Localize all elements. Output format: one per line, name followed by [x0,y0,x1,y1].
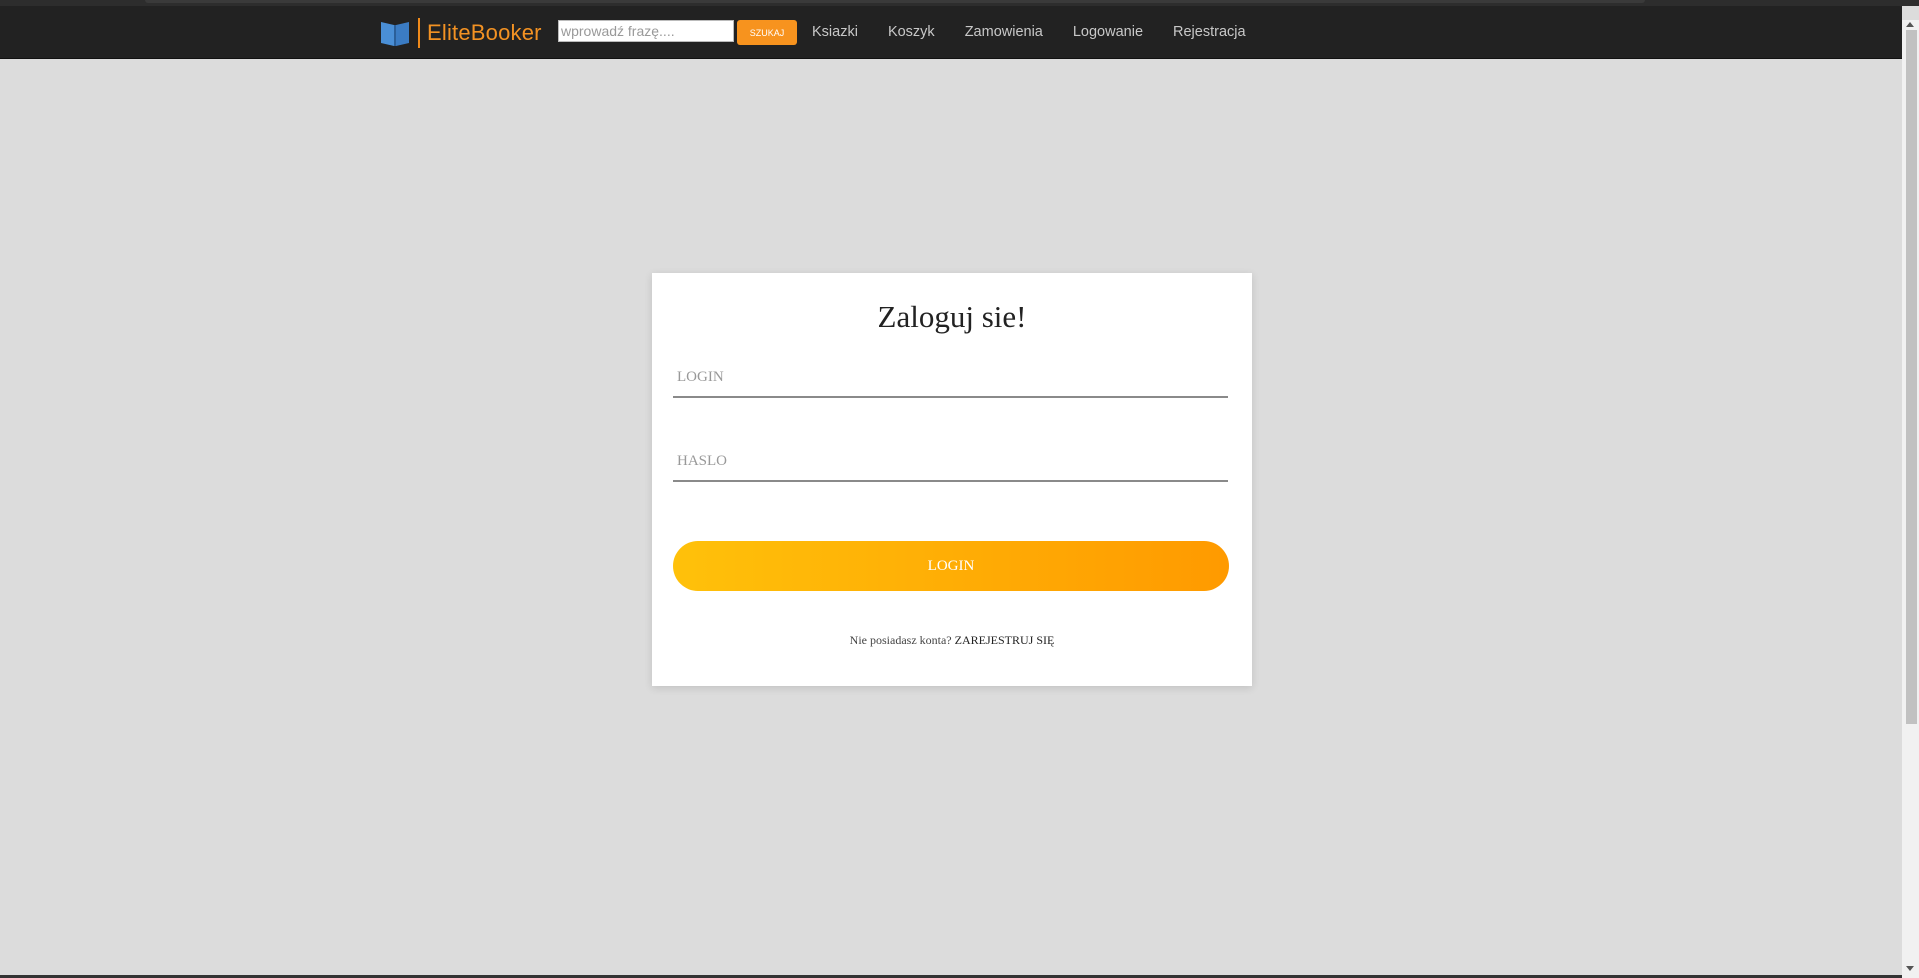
navbar: EliteBooker SZUKAJ Ksiazki Koszyk Zamowi… [0,6,1902,59]
nav-links: Ksiazki Koszyk Zamowienia Logowanie Reje… [812,22,1276,42]
brand-separator [418,18,420,48]
login-card: Zaloguj sie! LOGIN Nie posiadasz konta? … [652,273,1252,686]
signup-prompt: Nie posiadasz konta? ZAREJESTRUJ SIĘ [652,633,1252,648]
nav-item-zamowienia[interactable]: Zamowienia [965,22,1043,42]
login-field[interactable] [673,358,1228,398]
nav-item-koszyk[interactable]: Koszyk [888,22,935,42]
login-title: Zaloguj sie! [877,299,1027,334]
nav-item-logowanie[interactable]: Logowanie [1073,22,1143,42]
password-field[interactable] [673,442,1228,482]
open-book-icon [380,19,410,47]
brand-logo[interactable]: EliteBooker [380,18,542,48]
search-input[interactable] [558,20,734,42]
nav-item-ksiazki[interactable]: Ksiazki [812,22,858,42]
scroll-down-arrow-icon[interactable] [1906,966,1914,971]
search-button[interactable]: SZUKAJ [737,20,797,45]
nav-item-rejestracja[interactable]: Rejestracja [1173,22,1246,42]
login-button[interactable]: LOGIN [673,541,1229,591]
no-account-text: Nie posiadasz konta? [849,633,952,647]
register-link[interactable]: ZAREJESTRUJ SIĘ [955,633,1055,647]
scroll-up-arrow-icon[interactable] [1906,22,1914,27]
brand-name: EliteBooker [427,20,542,45]
scrollbar-thumb[interactable] [1906,30,1917,724]
